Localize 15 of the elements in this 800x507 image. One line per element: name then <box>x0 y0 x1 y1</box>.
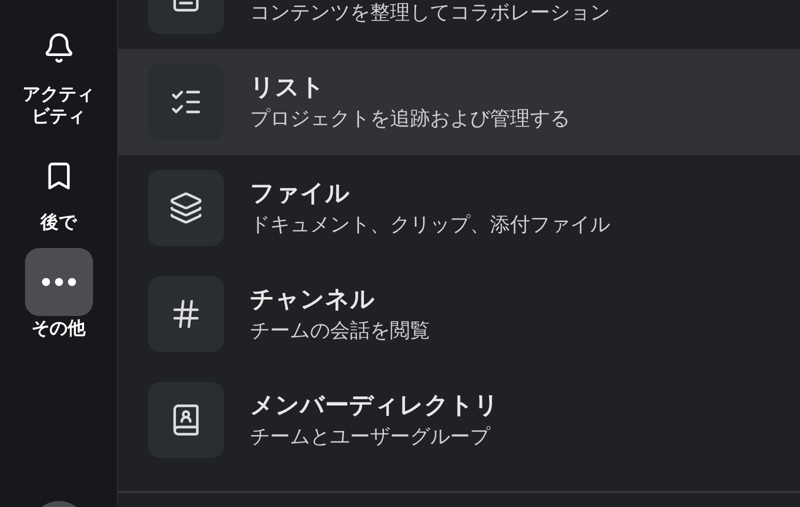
row-subtitle: ドキュメント、クリップ、添付ファイル <box>250 211 610 238</box>
row-subtitle: チームとユーザーグループ <box>250 423 492 450</box>
row-title: メンバーディレクトリ <box>250 390 499 421</box>
bell-icon <box>42 32 74 64</box>
layers-icon <box>169 191 203 225</box>
row-title: チャンネル <box>250 284 376 315</box>
row-title: リスト <box>250 72 326 103</box>
row-subtitle: コンテンツを整理してコラボレーション <box>250 0 610 26</box>
sidebar-item[interactable]: アクティビティ <box>18 14 98 128</box>
sidebar-item[interactable]: 後で <box>18 142 98 234</box>
row-subtitle: プロジェクトを追跡および管理する <box>250 105 570 132</box>
menu-row[interactable]: リスト プロジェクトを追跡および管理する <box>118 49 800 155</box>
row-title: ファイル <box>250 178 351 209</box>
row-subtitle: チームの会話を閲覧 <box>250 317 430 344</box>
more-icon <box>42 278 76 286</box>
